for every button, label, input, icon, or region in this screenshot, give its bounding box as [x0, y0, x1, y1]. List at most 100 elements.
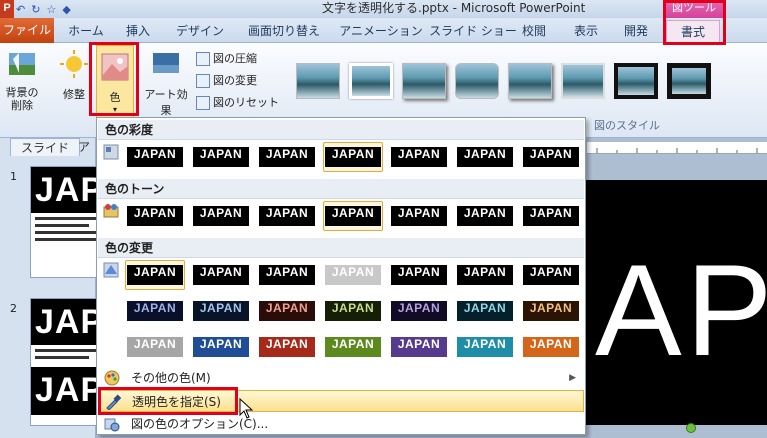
redo-icon[interactable]: ↻ [31, 3, 40, 16]
shape-icon[interactable]: ◆ [62, 3, 70, 16]
swatch-label: JAPAN [127, 265, 183, 285]
swatch-label: JAPAN [193, 147, 249, 167]
ruler-ticks [596, 148, 758, 153]
picture-style-thumbnail[interactable] [508, 63, 552, 99]
color-swatch[interactable]: JAPAN [323, 142, 383, 172]
picture-style-thumbnail[interactable] [667, 63, 711, 99]
tab-design[interactable]: デザイン [168, 20, 232, 42]
color-swatch[interactable]: JAPAN [455, 260, 515, 290]
color-swatch[interactable]: JAPAN [455, 142, 515, 172]
remove-background-button[interactable]: 背景の 削除 [2, 49, 42, 119]
powerpoint-logo-icon[interactable]: P [0, 0, 14, 18]
compress-label: 図の圧縮 [213, 52, 257, 65]
tab-animations[interactable]: アニメーション [334, 20, 428, 42]
rotation-handle[interactable] [686, 423, 696, 433]
color-swatch[interactable]: JAPAN [191, 201, 251, 231]
color-swatch[interactable]: JAPAN [125, 332, 185, 362]
slides-pane: スライド ア 1 JAPA 2 JAPA JAP [0, 138, 130, 438]
swatch-label: JAPAN [325, 147, 381, 167]
swatch-label: JAPAN [523, 147, 579, 167]
color-swatch[interactable]: JAPAN [455, 201, 515, 231]
color-swatch[interactable]: JAPAN [389, 332, 449, 362]
change-picture-icon [196, 74, 210, 88]
color-swatch[interactable]: JAPAN [389, 201, 449, 231]
star-icon[interactable]: ☆ [46, 3, 56, 16]
color-swatch[interactable]: JAPAN [125, 201, 185, 231]
tab-transitions[interactable]: 画面切り替え [238, 20, 330, 42]
corrections-button[interactable]: 修整 [54, 49, 94, 119]
reset-picture-button[interactable]: 図のリセット [196, 93, 279, 113]
color-swatch[interactable]: JAPAN [323, 260, 383, 290]
swatch-label: JAPAN [391, 147, 447, 167]
picture-style-thumbnail[interactable] [614, 63, 658, 99]
swatch-label: JAPAN [127, 206, 183, 226]
tab-insert[interactable]: 挿入 [116, 20, 160, 42]
picture-style-thumbnail[interactable] [349, 63, 393, 99]
tab-file[interactable]: ファイル [0, 18, 54, 43]
tab-review[interactable]: 校閲 [514, 20, 554, 42]
swatch-label: JAPAN [457, 301, 513, 321]
saturation-swatch-row: JAPAN JAPAN JAPAN JAPAN JAPAN JAPAN JAPAN [125, 142, 581, 172]
color-swatch[interactable]: JAPAN [323, 332, 383, 362]
color-swatch[interactable]: JAPAN [257, 142, 317, 172]
tab-home[interactable]: ホーム [60, 20, 112, 42]
color-swatch[interactable]: JAPAN [455, 332, 515, 362]
more-colors-menu-item[interactable]: その他の色(M) ▶ [98, 367, 584, 389]
swatch-label: JAPAN [325, 265, 381, 285]
format-tab-callout [663, 0, 726, 45]
color-swatch[interactable]: JAPAN [521, 142, 581, 172]
color-swatch[interactable]: JAPAN [323, 201, 383, 231]
color-swatch[interactable]: JAPAN [191, 260, 251, 290]
color-swatch[interactable]: JAPAN [521, 332, 581, 362]
color-swatch[interactable]: JAPAN [257, 201, 317, 231]
color-swatch[interactable]: JAPAN [257, 332, 317, 362]
color-swatch[interactable]: JAPAN [455, 296, 515, 326]
color-swatch[interactable]: JAPAN [191, 332, 251, 362]
saturation-header: 色の彩度 [98, 120, 584, 140]
picture-styles-group-label: 図のスタイル [594, 119, 660, 132]
color-swatch[interactable]: JAPAN [191, 142, 251, 172]
swatch-label: JAPAN [259, 265, 315, 285]
swatch-label: JAPAN [127, 301, 183, 321]
color-swatch[interactable]: JAPAN [389, 142, 449, 172]
color-swatch[interactable]: JAPAN [257, 260, 317, 290]
change-picture-label: 図の変更 [213, 74, 257, 87]
main-slide[interactable]: APA [585, 180, 767, 425]
swatch-label: JAPAN [325, 301, 381, 321]
picture-style-thumbnail[interactable] [402, 63, 446, 99]
change-picture-button[interactable]: 図の変更 [196, 71, 257, 91]
picture-style-thumbnail[interactable] [561, 63, 605, 99]
color-swatch[interactable]: JAPAN [521, 260, 581, 290]
compress-icon [196, 52, 210, 66]
picture-color-options-menu-item[interactable]: 図の色のオプション(C)... [98, 413, 584, 435]
tab-slideshow[interactable]: スライド ショー [426, 20, 520, 42]
color-swatch[interactable]: JAPAN [389, 260, 449, 290]
artistic-effects-button[interactable]: アート効果 [140, 49, 192, 119]
color-swatch[interactable]: JAPAN [125, 296, 185, 326]
picture-style-thumbnail[interactable] [455, 63, 499, 99]
tab-view[interactable]: 表示 [566, 20, 606, 42]
more-colors-label: その他の色(M) [131, 371, 211, 385]
undo-icon[interactable]: ↶ [16, 3, 25, 16]
compress-pictures-button[interactable]: 図の圧縮 [196, 49, 257, 69]
color-swatch[interactable]: JAPAN [125, 260, 185, 290]
color-swatch[interactable]: JAPAN [323, 296, 383, 326]
recolor-swatch-row: JAPAN JAPAN JAPAN JAPAN JAPAN JAPAN JAPAN [125, 260, 581, 290]
color-swatch[interactable]: JAPAN [389, 296, 449, 326]
swatch-label: JAPAN [457, 147, 513, 167]
slide-title-text[interactable]: APA [595, 235, 767, 385]
picture-style-thumbnail[interactable] [296, 63, 340, 99]
color-swatch[interactable]: JAPAN [125, 142, 185, 172]
swatch-label: JAPAN [127, 147, 183, 167]
color-swatch[interactable]: JAPAN [521, 201, 581, 231]
tab-developer[interactable]: 開発 [616, 20, 656, 42]
swatch-label: JAPAN [391, 301, 447, 321]
swatch-label: JAPAN [457, 265, 513, 285]
color-swatch[interactable]: JAPAN [257, 296, 317, 326]
mouse-cursor-icon [239, 398, 254, 419]
color-swatch[interactable]: JAPAN [191, 296, 251, 326]
color-swatch[interactable]: JAPAN [521, 296, 581, 326]
reset-picture-icon [196, 96, 210, 110]
swatch-label: JAPAN [523, 301, 579, 321]
corrections-label: 修整 [63, 88, 85, 101]
